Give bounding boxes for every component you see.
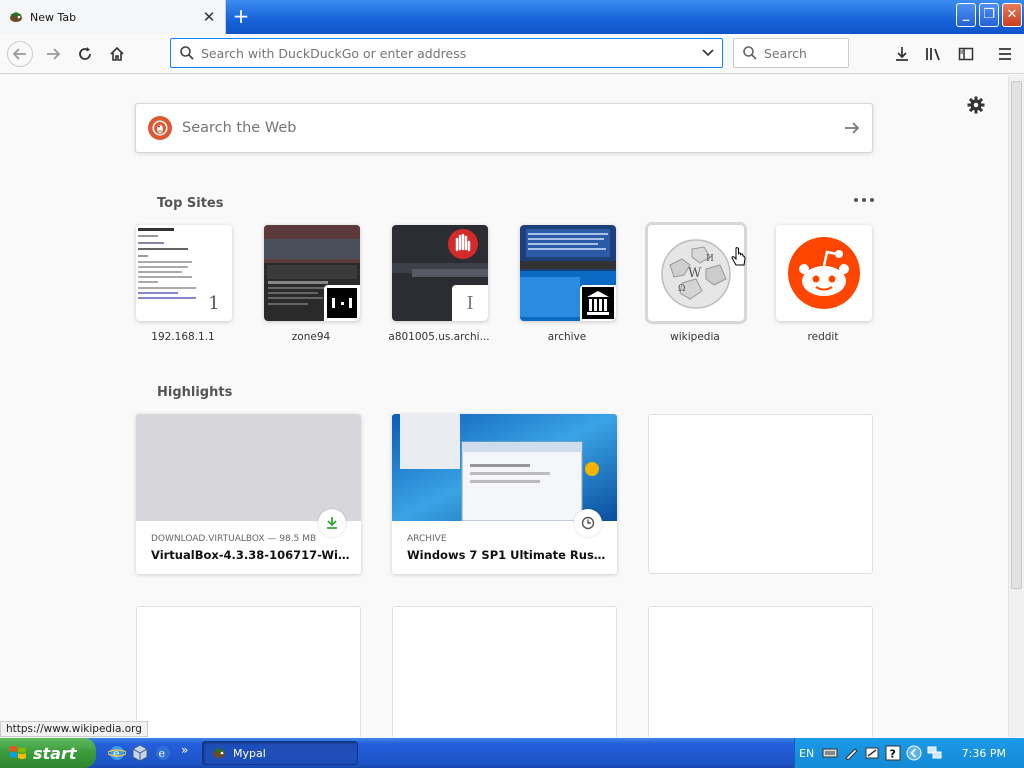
taskbar-item-label: Mypal (233, 746, 266, 760)
zone94-favicon (324, 285, 360, 321)
chevron-down-icon[interactable] (694, 48, 722, 58)
minimize-button[interactable]: _ (956, 3, 976, 27)
keyboard-icon[interactable] (822, 745, 838, 761)
navigation-toolbar (0, 34, 1024, 74)
quicklaunch-chevron[interactable]: » (181, 743, 188, 757)
mypal-icon (213, 748, 225, 758)
new-tab-button[interactable]: + (230, 5, 252, 27)
reload-icon[interactable] (72, 42, 98, 66)
top-site-tile[interactable] (520, 225, 616, 321)
archive-favicon (580, 285, 616, 321)
svg-text:e: e (159, 747, 166, 760)
card-source: ARCHIVE (407, 534, 447, 544)
svg-text:И: И (706, 254, 714, 264)
top-site-label: 192.168.1.1 (151, 331, 215, 343)
top-site-tile[interactable] (264, 225, 360, 321)
tab-new-tab[interactable]: New Tab ✕ (0, 0, 226, 34)
tile-badge: 1 (196, 285, 232, 321)
address-bar[interactable] (170, 38, 723, 68)
start-label: start (33, 743, 77, 763)
search-icon (743, 46, 757, 60)
internet-explorer-icon[interactable]: e (108, 744, 126, 762)
card-thumbnail (392, 414, 617, 521)
highlight-card[interactable]: DOWNLOAD.VIRTUALBOX — 98.5 MB VirtualBox… (136, 414, 361, 574)
system-tray: EN ? 7:36 PM (794, 738, 1024, 768)
empty-highlight-card (648, 606, 873, 737)
svg-text:Ω: Ω (678, 284, 685, 294)
scrollbar-thumb[interactable] (1011, 81, 1022, 589)
windows-flag-icon (10, 746, 26, 759)
top-site-tile[interactable]: I (392, 225, 488, 321)
address-input[interactable] (201, 45, 694, 61)
taskbar-item-mypal[interactable]: Mypal (202, 741, 358, 765)
taskbar: start e e » Mypal EN ? 7:36 PM (0, 738, 1024, 768)
download-icon (318, 509, 346, 537)
tray-expand-icon[interactable] (906, 745, 922, 761)
hand-cursor-icon (731, 247, 746, 266)
web-search-input[interactable] (182, 120, 832, 136)
reddit-logo-icon (776, 225, 872, 321)
sidebar-icon[interactable] (953, 42, 979, 66)
browser-quicklaunch-icon[interactable]: e (154, 744, 172, 762)
duckduckgo-icon (148, 116, 172, 140)
pen-icon[interactable] (843, 745, 859, 761)
search-icon (180, 46, 194, 60)
card-title: Windows 7 SP1 Ultimate Russian... (407, 548, 607, 562)
network-icon[interactable] (927, 745, 943, 761)
svg-text:?: ? (890, 748, 896, 761)
top-site-tile[interactable]: W И Ω (648, 225, 744, 321)
tool-icon[interactable] (864, 745, 880, 761)
help-icon[interactable]: ? (885, 745, 901, 761)
card-thumbnail (136, 414, 361, 521)
top-site-label: zone94 (291, 331, 331, 343)
tab-close-icon[interactable]: ✕ (199, 8, 219, 26)
top-site-label: archive (547, 331, 587, 343)
card-source: DOWNLOAD.VIRTUALBOX — 98.5 MB (151, 534, 317, 544)
home-icon[interactable] (104, 42, 130, 66)
empty-highlight-card (136, 606, 361, 737)
tab-title: New Tab (30, 10, 77, 24)
close-button[interactable]: ✕ (1002, 3, 1022, 27)
web-search-box[interactable] (135, 103, 873, 153)
top-site-tile[interactable]: 1 (136, 225, 232, 321)
empty-highlight-card (392, 606, 617, 737)
highlights-heading: Highlights (157, 385, 233, 400)
top-site-label: wikipedia (670, 331, 720, 343)
top-site-tile[interactable] (776, 225, 872, 321)
top-sites-heading: Top Sites (157, 196, 224, 211)
svg-text:W: W (688, 266, 702, 281)
virtualbox-icon[interactable] (131, 744, 149, 762)
search-input[interactable] (764, 45, 844, 61)
back-icon[interactable] (7, 41, 33, 67)
start-button[interactable]: start (0, 738, 96, 768)
card-title: VirtualBox-4.3.38-106717-Win.... (151, 548, 351, 562)
highlight-card[interactable]: ARCHIVE Windows 7 SP1 Ultimate Russian..… (392, 414, 617, 574)
new-tab-page: Top Sites 1 192.168.1.1 (0, 75, 1008, 737)
screen: New Tab ✕ + _ ❐ ✕ Search with DuckDuckGo… (0, 0, 1024, 768)
search-bar[interactable] (733, 38, 849, 68)
menu-icon[interactable] (992, 42, 1018, 66)
mypal-icon (10, 12, 22, 22)
language-indicator[interactable]: EN (799, 747, 814, 760)
gear-icon[interactable] (966, 95, 986, 115)
download-icon[interactable] (889, 42, 915, 66)
title-bar: New Tab ✕ + _ ❐ ✕ (0, 0, 1024, 34)
clock-icon (574, 509, 602, 537)
empty-highlight-card (648, 414, 873, 574)
clock[interactable]: 7:36 PM (962, 747, 1006, 760)
arrow-right-icon[interactable] (832, 120, 872, 136)
wikipedia-logo-icon: W И Ω (648, 225, 744, 321)
top-site-label: a801005.us.archi... (388, 331, 490, 343)
library-icon[interactable] (921, 42, 947, 66)
more-options-icon[interactable] (854, 193, 874, 207)
top-site-label: reddit (807, 331, 839, 343)
svg-text:e: e (113, 747, 120, 760)
tile-badge: I (452, 285, 488, 321)
vertical-scrollbar[interactable] (1008, 75, 1024, 737)
maximize-button[interactable]: ❐ (979, 3, 999, 27)
forward-icon[interactable] (40, 42, 66, 66)
status-bar-url: https://www.wikipedia.org (0, 721, 148, 737)
